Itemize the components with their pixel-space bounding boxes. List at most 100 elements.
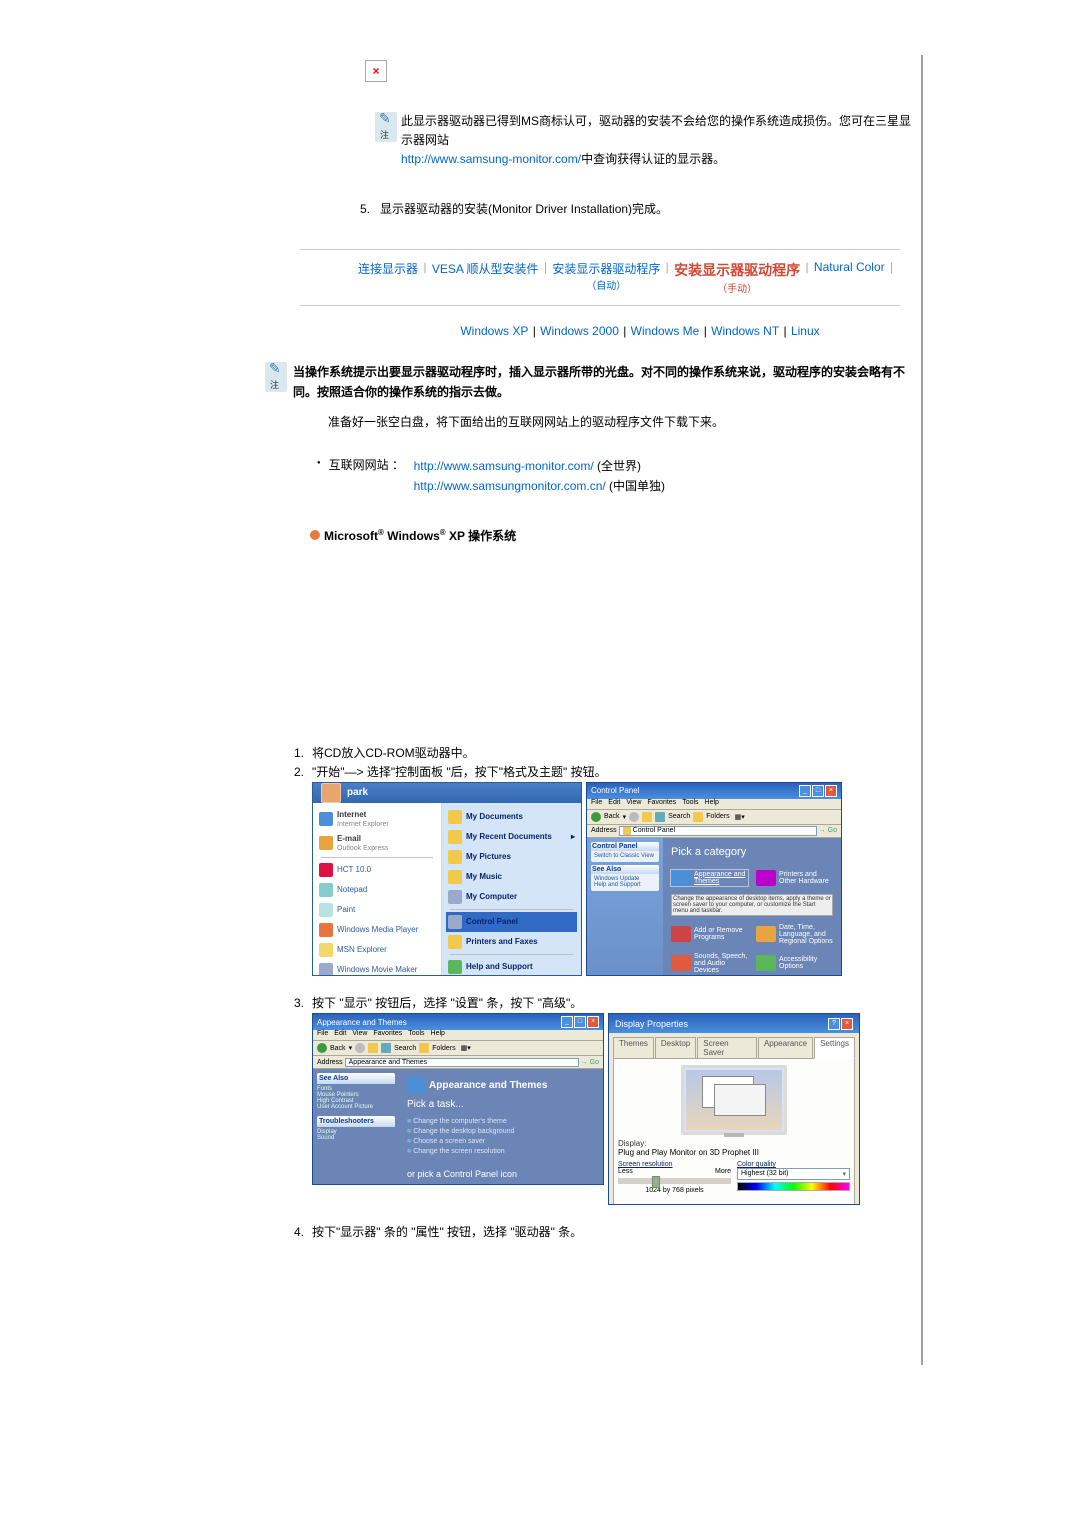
- os-link-2000[interactable]: Windows 2000: [540, 324, 619, 338]
- start-recent-documents[interactable]: My Recent Documents ▸: [446, 827, 577, 847]
- close-icon[interactable]: ×: [825, 785, 837, 797]
- start-item-paint[interactable]: Paint: [317, 900, 437, 920]
- display-name: Plug and Play Monitor on 3D Prophet III: [618, 1148, 850, 1157]
- forward-icon[interactable]: [629, 812, 639, 822]
- tab-install-auto[interactable]: 安装显示器驱动程序: [552, 262, 660, 276]
- maximize-icon[interactable]: □: [812, 785, 824, 797]
- troubleshoot-button[interactable]: Troubleshoot...: [721, 1204, 792, 1205]
- start-item-notepad[interactable]: Notepad: [317, 880, 437, 900]
- start-printers[interactable]: Printers and Faxes: [446, 932, 577, 952]
- tab-appearance[interactable]: Appearance: [758, 1037, 813, 1058]
- category-printers[interactable]: Printers and Other Hardware: [756, 870, 833, 886]
- task-screen-saver[interactable]: Choose a screen saver: [407, 1138, 595, 1145]
- folders-icon[interactable]: [419, 1043, 429, 1053]
- help-icon[interactable]: ?: [828, 1018, 840, 1030]
- color-quality-label: Color quality: [737, 1161, 850, 1168]
- minimize-icon[interactable]: _: [561, 1016, 573, 1028]
- tabs-bar: 连接显示器 | VESA 顺从型安装件 | 安装显示器驱动程序（自动） | 安装…: [300, 249, 900, 306]
- task-change-desktop[interactable]: Change the desktop background: [407, 1128, 595, 1135]
- start-item-email[interactable]: E-mailOutlook Express: [317, 831, 437, 855]
- step-number: 4.: [280, 1223, 312, 1242]
- os-link-me[interactable]: Windows Me: [631, 324, 700, 338]
- pick-cp-icon-title: or pick a Control Panel icon: [407, 1169, 595, 1179]
- screenshot-appearance-themes: Appearance and Themes _□× FileEditViewFa…: [312, 1013, 604, 1185]
- step-number: 5.: [360, 200, 380, 219]
- link-samsung-monitor[interactable]: http://www.samsung-monitor.com/: [414, 459, 594, 473]
- category-date-time[interactable]: Date, Time, Language, and Regional Optio…: [756, 924, 833, 945]
- os-link-xp[interactable]: Windows XP: [460, 324, 528, 338]
- start-item-msn[interactable]: MSN Explorer: [317, 940, 437, 960]
- start-help[interactable]: Help and Support: [446, 957, 577, 976]
- category-sounds[interactable]: Sounds, Speech, and Audio Devices: [671, 953, 748, 974]
- see-also-item[interactable]: User Account Picture: [317, 1104, 395, 1110]
- link-suffix: (全世界): [594, 459, 641, 473]
- step-text: 显示器驱动器的安装(Monitor Driver Installation)完成…: [380, 200, 668, 219]
- start-my-computer[interactable]: My Computer: [446, 887, 577, 907]
- tab-screen-saver[interactable]: Screen Saver: [697, 1037, 757, 1058]
- step-text: 将CD放入CD-ROM驱动器中。: [312, 744, 475, 763]
- tab-connect-monitor[interactable]: 连接显示器: [358, 262, 418, 276]
- os-link-linux[interactable]: Linux: [791, 324, 820, 338]
- switch-classic-view[interactable]: Switch to Classic View: [594, 853, 656, 859]
- monitor-preview: [681, 1065, 787, 1135]
- advanced-button[interactable]: Advanced: [796, 1204, 850, 1205]
- category-add-remove[interactable]: Add or Remove Programs: [671, 924, 748, 945]
- tab-themes[interactable]: Themes: [613, 1037, 654, 1058]
- tab-settings[interactable]: Settings: [814, 1037, 855, 1059]
- tab-vesa[interactable]: VESA 顺从型安装件: [432, 262, 539, 276]
- start-item-internet[interactable]: InternetInternet Explorer: [317, 807, 437, 831]
- start-item-wmm[interactable]: Windows Movie Maker: [317, 960, 437, 976]
- os-link-nt[interactable]: Windows NT: [711, 324, 779, 338]
- start-my-music[interactable]: My Music: [446, 867, 577, 887]
- forward-icon[interactable]: [355, 1043, 365, 1053]
- broken-image-x-icon: ×: [372, 64, 379, 78]
- resolution-slider[interactable]: [618, 1178, 731, 1184]
- note-icon: [375, 112, 397, 142]
- tab-desktop[interactable]: Desktop: [655, 1037, 696, 1058]
- note-icon: [265, 362, 287, 392]
- start-control-panel[interactable]: Control Panel: [446, 912, 577, 932]
- note-text: 此显示器驱动器已得到MS商标认可，驱动器的安装不会给您的操作系统造成损伤。您可在…: [401, 112, 920, 170]
- main-note: 当操作系统提示出要显示器驱动程序时，插入显示器所带的光盘。对不同的操作系统来说，…: [293, 362, 920, 403]
- task-change-theme[interactable]: Change the computer's theme: [407, 1118, 595, 1125]
- pick-task-title: Pick a task...: [407, 1099, 595, 1110]
- username: park: [347, 787, 368, 798]
- start-item-wmp[interactable]: Windows Media Player: [317, 920, 437, 940]
- step-number: 2.: [280, 763, 312, 782]
- minimize-icon[interactable]: _: [799, 785, 811, 797]
- screenshot-display-properties: Display Properties ?× Themes Desktop Scr…: [608, 1013, 860, 1205]
- link-suffix: (中国单独): [606, 479, 665, 493]
- troubleshooter-item[interactable]: Sound: [317, 1135, 395, 1141]
- step-text: 按下 "显示" 按钮后，选择 "设置" 条，按下 "高级"。: [312, 994, 582, 1013]
- start-item-hct[interactable]: HCT 10.0: [317, 860, 437, 880]
- tab-natural-color[interactable]: Natural Color: [814, 260, 885, 274]
- category-appearance-themes[interactable]: Appearance and Themes: [671, 870, 748, 886]
- samsung-monitor-link[interactable]: http://www.samsung-monitor.com/: [401, 152, 581, 166]
- window-title: Control Panel: [591, 786, 639, 795]
- folders-icon[interactable]: [693, 812, 703, 822]
- step-number: 1.: [280, 744, 312, 763]
- start-my-pictures[interactable]: My Pictures: [446, 847, 577, 867]
- close-icon[interactable]: ×: [841, 1018, 853, 1030]
- step-number: 3.: [280, 994, 312, 1013]
- color-quality-select[interactable]: Highest (32 bit)▾: [737, 1168, 850, 1180]
- category-accessibility[interactable]: Accessibility Options: [756, 953, 833, 974]
- maximize-icon[interactable]: □: [574, 1016, 586, 1028]
- back-icon[interactable]: [591, 812, 601, 822]
- start-my-documents[interactable]: My Documents: [446, 807, 577, 827]
- search-icon[interactable]: [655, 812, 665, 822]
- close-icon[interactable]: ×: [587, 1016, 599, 1028]
- folder-icon[interactable]: [642, 812, 652, 822]
- tab-install-manual[interactable]: 安装显示器驱动程序: [674, 262, 800, 278]
- folder-icon[interactable]: [368, 1043, 378, 1053]
- link-samsung-monitor-cn[interactable]: http://www.samsungmonitor.com.cn/: [414, 479, 606, 493]
- step-text: "开始"—> 选择"控制面板 "后，按下"格式及主题" 按钮。: [312, 763, 607, 782]
- tooltip: Change the appearance of desktop items, …: [671, 894, 833, 916]
- window-title: Display Properties: [615, 1019, 688, 1029]
- search-icon[interactable]: [381, 1043, 391, 1053]
- bullet-icon: ●: [317, 460, 321, 497]
- back-icon[interactable]: [317, 1043, 327, 1053]
- task-change-resolution[interactable]: Change the screen resolution: [407, 1148, 595, 1155]
- see-also-item[interactable]: Help and Support: [594, 882, 656, 888]
- broken-image-placeholder: ×: [365, 60, 387, 82]
